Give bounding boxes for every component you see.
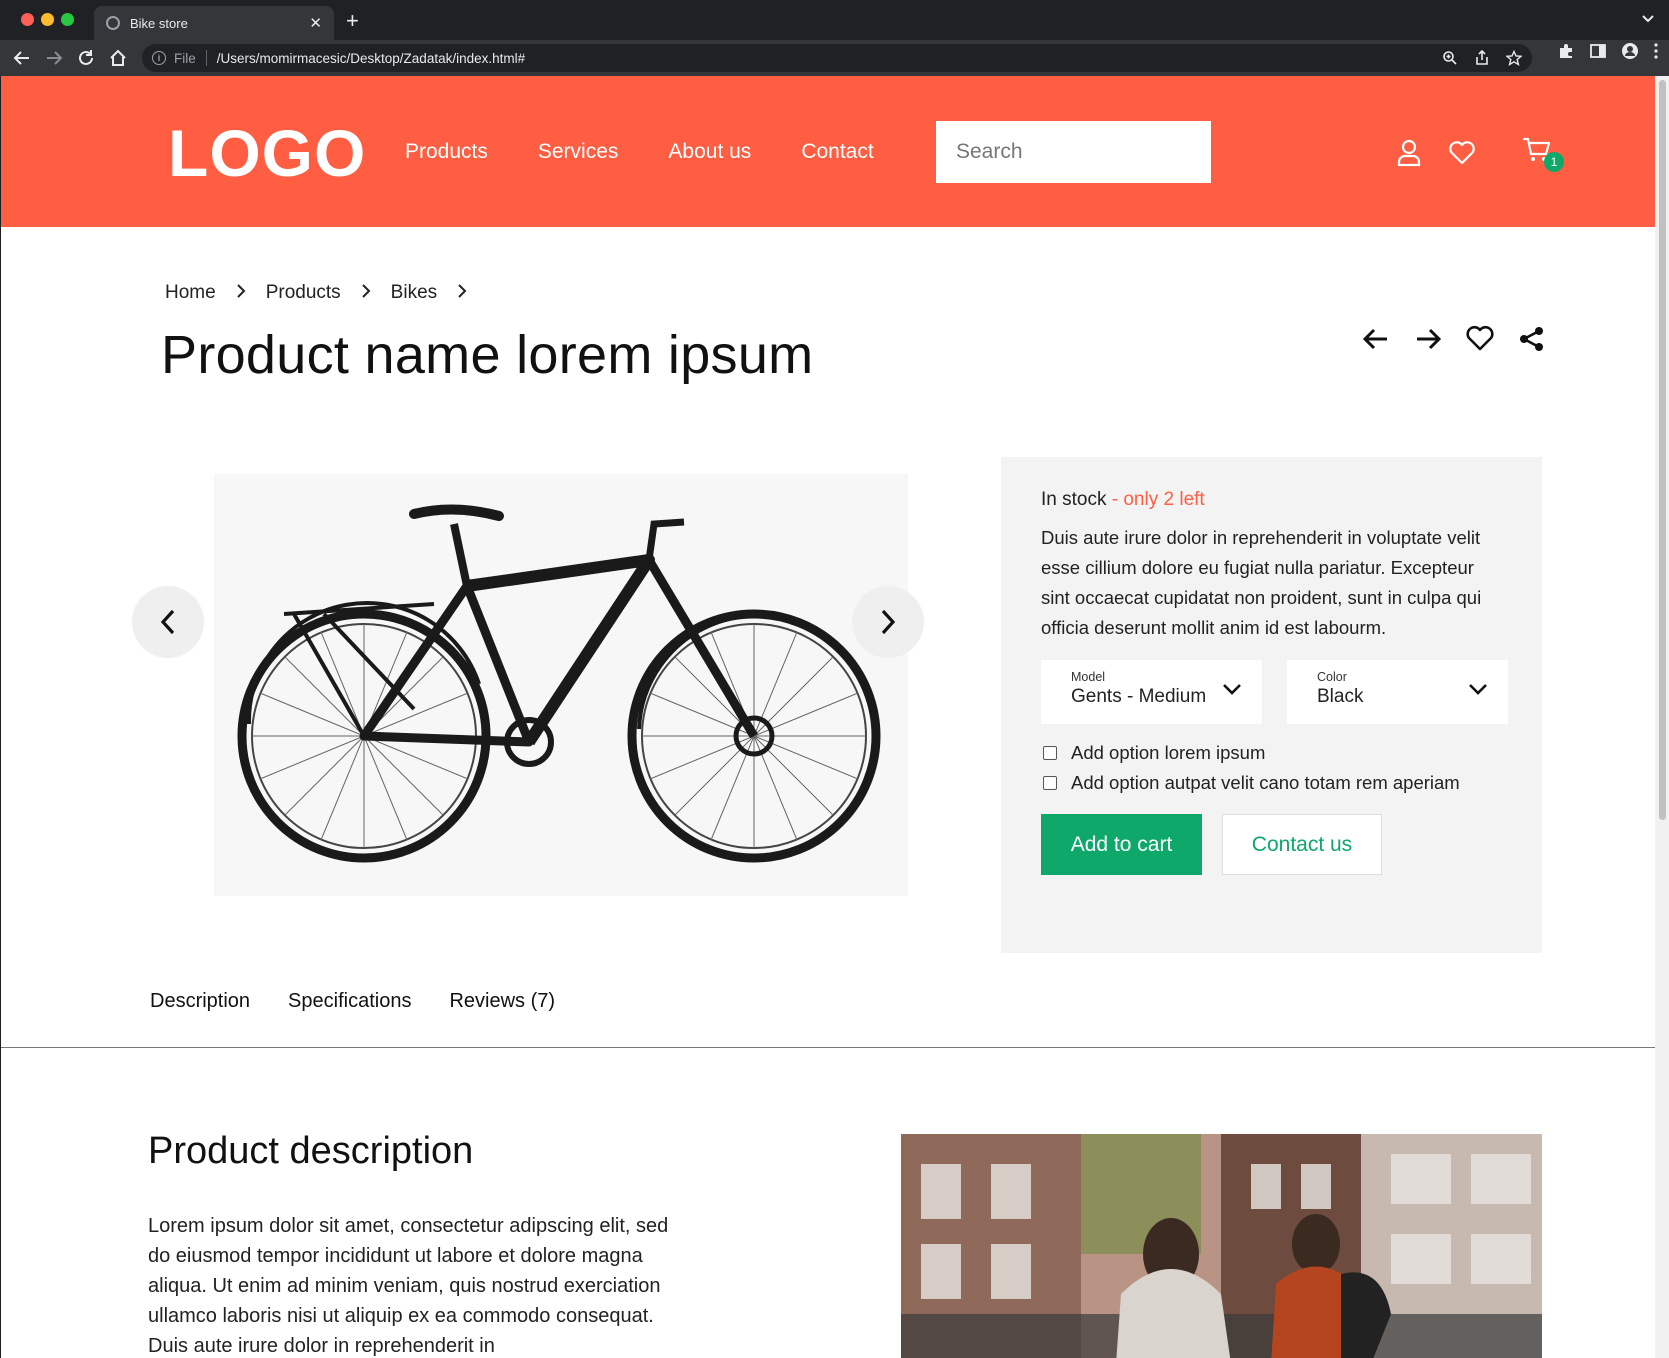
bookmark-star-icon[interactable] xyxy=(1506,50,1522,66)
favorite-heart-icon[interactable] xyxy=(1465,324,1495,354)
close-window-button[interactable] xyxy=(21,13,34,26)
breadcrumb-home[interactable]: Home xyxy=(165,282,216,304)
chevron-down-icon xyxy=(1469,684,1487,695)
user-account-icon[interactable] xyxy=(1396,139,1422,167)
breadcrumb: Home Products Bikes xyxy=(165,282,487,304)
add-to-cart-button[interactable]: Add to cart xyxy=(1041,814,1202,875)
browser-toolbar: i File /Users/momirmacesic/Desktop/Zadat… xyxy=(0,40,1669,76)
new-tab-button[interactable]: + xyxy=(346,10,359,32)
tab-specifications[interactable]: Specifications xyxy=(288,990,411,1013)
web-page: LOGO Products Services About us Contact … xyxy=(1,76,1655,1358)
option-1-checkbox[interactable] xyxy=(1043,746,1057,760)
url-text[interactable]: /Users/momirmacesic/Desktop/Zadatak/inde… xyxy=(217,51,525,66)
gallery-next-button[interactable] xyxy=(852,586,924,658)
extensions-puzzle-icon[interactable] xyxy=(1557,42,1575,60)
chevron-down-icon xyxy=(1223,684,1241,695)
globe-icon xyxy=(106,16,120,30)
tab-title: Bike store xyxy=(130,15,188,31)
reload-icon[interactable] xyxy=(70,42,102,74)
more-menu-icon[interactable] xyxy=(1653,42,1659,60)
color-select[interactable]: Color Black xyxy=(1287,660,1508,724)
close-tab-icon[interactable]: ✕ xyxy=(309,14,322,32)
stock-status: In stock - only 2 left xyxy=(1041,489,1205,511)
product-title: Product name lorem ipsum xyxy=(161,325,814,385)
scrollbar-thumb[interactable] xyxy=(1659,80,1666,820)
address-bar[interactable]: i File /Users/momirmacesic/Desktop/Zadat… xyxy=(142,44,1532,72)
tabs-divider xyxy=(1,1047,1655,1048)
next-product-arrow-icon[interactable] xyxy=(1413,324,1443,354)
cart-button[interactable]: 1 xyxy=(1522,136,1564,172)
chevron-right-icon xyxy=(457,282,467,304)
profile-icon[interactable] xyxy=(1621,42,1639,60)
main-nav: Products Services About us Contact xyxy=(405,140,924,164)
back-arrow-icon[interactable] xyxy=(6,42,38,74)
page-scrollbar[interactable] xyxy=(1655,76,1669,1358)
search-input[interactable] xyxy=(956,140,1227,164)
nav-products[interactable]: Products xyxy=(405,140,488,164)
model-select-value: Gents - Medium xyxy=(1071,686,1207,707)
tab-description[interactable]: Description xyxy=(150,990,250,1013)
product-description-text: Lorem ipsum dolor sit amet, consectetur … xyxy=(148,1215,669,1357)
product-actions xyxy=(1361,324,1547,354)
previous-product-arrow-icon[interactable] xyxy=(1361,324,1391,354)
tab-search-chevron-icon[interactable] xyxy=(1641,12,1655,31)
color-select-value: Black xyxy=(1317,686,1364,707)
chevron-right-icon xyxy=(881,609,896,635)
browser-tab-bar: Bike store ✕ + xyxy=(0,0,1669,40)
nav-contact[interactable]: Contact xyxy=(801,140,873,164)
contact-us-button[interactable]: Contact us xyxy=(1222,814,1382,875)
chevron-left-icon xyxy=(160,609,175,635)
option-2-checkbox[interactable] xyxy=(1043,776,1057,790)
share-icon[interactable] xyxy=(1474,50,1490,66)
option-1-label: Add option lorem ipsum xyxy=(1071,742,1266,763)
option-2[interactable]: Add option autpat velit cano totam rem a… xyxy=(1043,772,1460,794)
zoom-icon[interactable] xyxy=(1442,50,1458,66)
side-panel-icon[interactable] xyxy=(1589,42,1607,60)
home-icon[interactable] xyxy=(102,42,134,74)
color-select-label: Color xyxy=(1317,670,1347,684)
search-box xyxy=(936,121,1227,183)
product-tabs: Description Specifications Reviews (7) xyxy=(150,990,593,1013)
product-short-description: Duis aute irure dolor in reprehenderit i… xyxy=(1041,527,1482,638)
nav-services[interactable]: Services xyxy=(538,140,619,164)
model-select-label: Model xyxy=(1071,670,1106,684)
breadcrumb-products[interactable]: Products xyxy=(266,282,341,304)
site-logo[interactable]: LOGO xyxy=(168,118,366,188)
product-image xyxy=(214,474,908,896)
purchase-panel: In stock - only 2 left Duis aute irure d… xyxy=(1001,457,1542,953)
site-info-icon[interactable]: i xyxy=(152,51,166,65)
minimize-window-button[interactable] xyxy=(41,13,54,26)
model-select[interactable]: Model Gents - Medium xyxy=(1041,660,1262,724)
header-icons: 1 xyxy=(1396,136,1564,172)
product-description-heading: Product description xyxy=(148,1130,474,1172)
nav-about-us[interactable]: About us xyxy=(668,140,751,164)
cart-count-badge: 1 xyxy=(1544,152,1564,172)
cyclists-photo xyxy=(901,1134,1542,1358)
share-icon[interactable] xyxy=(1517,324,1547,354)
bike-illustration xyxy=(237,504,881,863)
breadcrumb-bikes[interactable]: Bikes xyxy=(391,282,437,304)
maximize-window-button[interactable] xyxy=(61,13,74,26)
option-2-label: Add option autpat velit cano totam rem a… xyxy=(1071,772,1460,793)
chevron-right-icon xyxy=(361,282,371,304)
wishlist-heart-icon[interactable] xyxy=(1448,140,1476,166)
stock-label: In stock xyxy=(1041,489,1107,510)
stock-warning: - only 2 left xyxy=(1106,489,1205,510)
browser-extension-icons xyxy=(1557,42,1659,60)
option-1[interactable]: Add option lorem ipsum xyxy=(1043,742,1265,764)
site-header: LOGO Products Services About us Contact … xyxy=(1,76,1655,227)
lifestyle-photo xyxy=(901,1134,1542,1358)
tab-reviews[interactable]: Reviews (7) xyxy=(449,990,555,1013)
chevron-right-icon xyxy=(236,282,246,304)
forward-arrow-icon[interactable] xyxy=(38,42,70,74)
url-scheme-label: File xyxy=(174,50,196,66)
gallery-prev-button[interactable] xyxy=(132,586,204,658)
browser-tab[interactable]: Bike store ✕ xyxy=(94,6,334,40)
